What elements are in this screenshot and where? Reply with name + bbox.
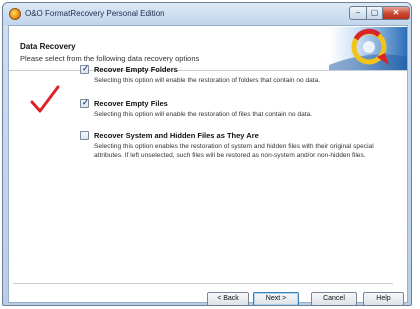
option-description: Selecting this option enables the restor… (94, 143, 374, 159)
recover-empty-folders-checkbox[interactable]: ✓ (80, 64, 89, 74)
next-button[interactable]: Next > (253, 292, 299, 305)
help-button[interactable]: Help (363, 292, 404, 305)
cancel-button[interactable]: Cancel (311, 292, 357, 305)
app-icon (9, 8, 21, 20)
option-label[interactable]: Recover Empty Files (94, 99, 168, 108)
close-button[interactable]: ✕ (382, 6, 410, 20)
option-label[interactable]: Recover Empty Folders (94, 65, 178, 74)
recover-system-hidden-checkbox[interactable] (80, 131, 89, 140)
wizard-header: Data Recovery Please select from the fol… (9, 26, 407, 71)
window-title: O&O FormatRecovery Personal Edition (25, 9, 165, 18)
recover-empty-files-checkbox[interactable]: ✓ (80, 98, 89, 108)
minimize-button[interactable]: – (349, 6, 367, 20)
main-window: O&O FormatRecovery Personal Edition – ▢ … (2, 2, 412, 306)
back-button[interactable]: < Back (207, 292, 249, 305)
title-bar[interactable]: O&O FormatRecovery Personal Edition – ▢ … (3, 3, 411, 25)
maximize-button[interactable]: ▢ (366, 6, 383, 20)
option-label[interactable]: Recover System and Hidden Files as They … (94, 131, 259, 140)
page-title: Data Recovery (20, 42, 76, 51)
footer-divider (13, 283, 393, 284)
banner-logo-icon (329, 27, 407, 70)
checkbox-check-icon: ✓ (82, 98, 89, 107)
option-description: Selecting this option will enable the re… (94, 111, 313, 118)
wizard-panel: Data Recovery Please select from the fol… (8, 25, 408, 303)
checkbox-check-icon: ✓ (82, 64, 89, 73)
wizard-footer: < Back Next > Cancel Help (8, 290, 408, 305)
checkmark-icon (30, 85, 60, 113)
page-subtitle: Please select from the following data re… (20, 54, 200, 63)
option-description: Selecting this option will enable the re… (94, 77, 321, 84)
